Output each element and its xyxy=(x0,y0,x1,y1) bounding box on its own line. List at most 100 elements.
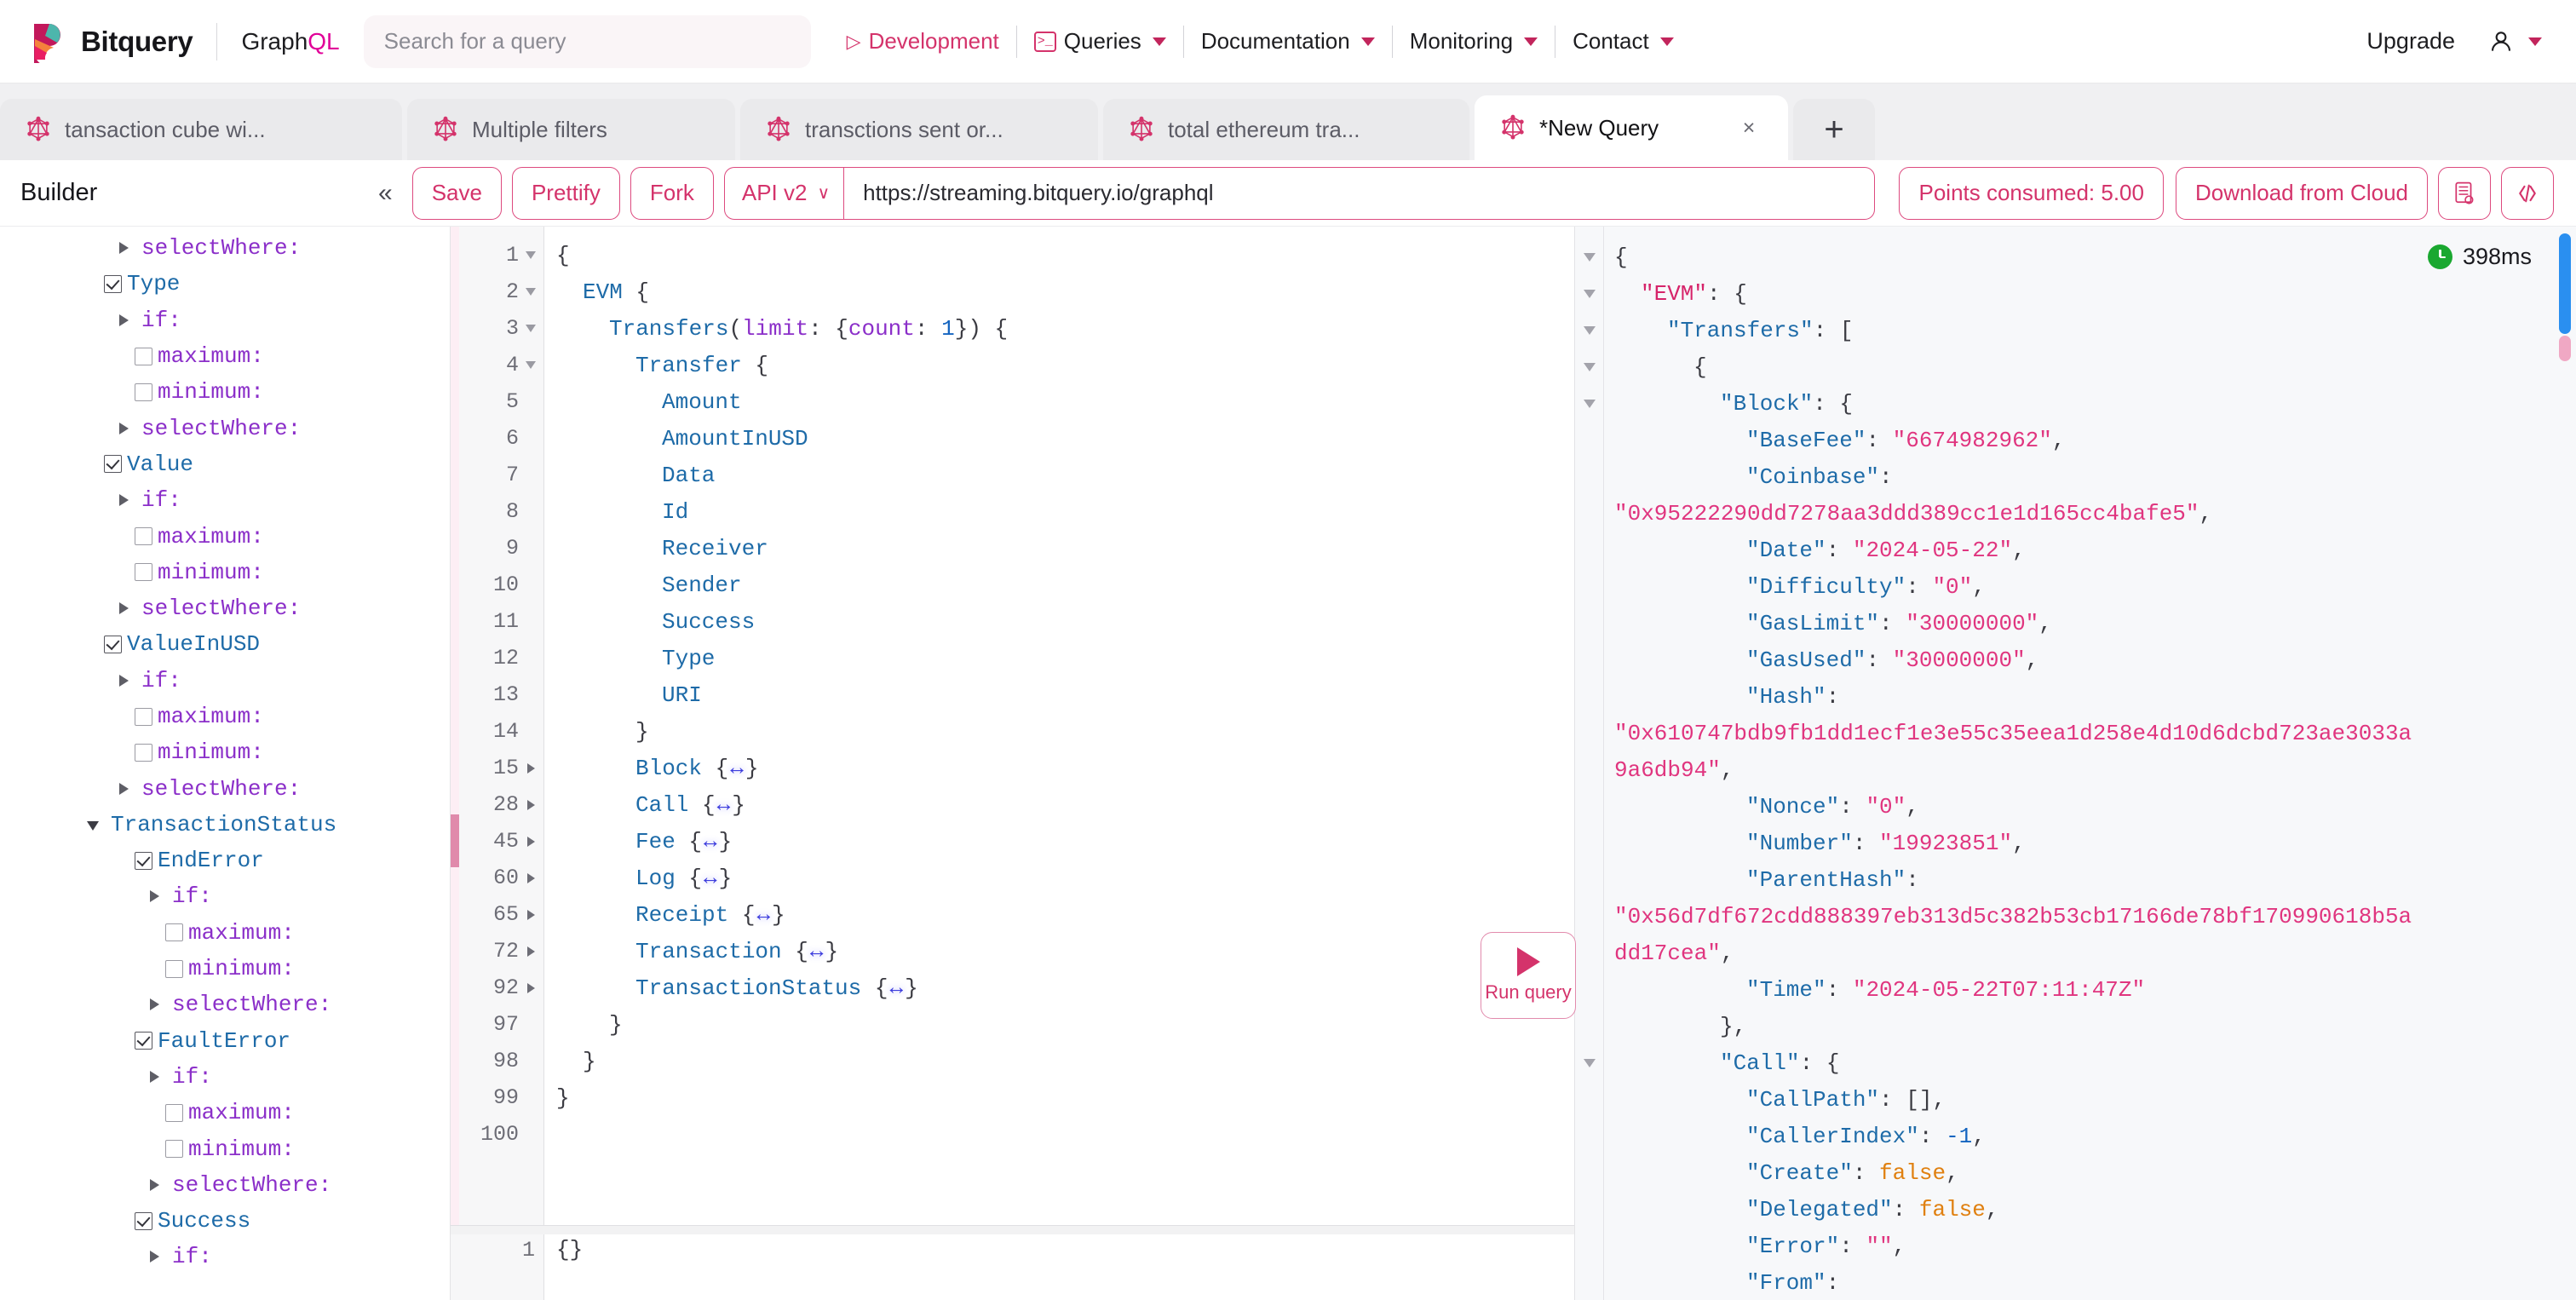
query-tab[interactable]: tansaction cube wi... xyxy=(0,99,402,160)
tree-checkbox[interactable] xyxy=(135,707,152,726)
save-button[interactable]: Save xyxy=(411,166,502,220)
chevron-right-icon[interactable] xyxy=(143,1244,165,1269)
editor-code-line[interactable]: AmountInUSD xyxy=(556,420,1574,457)
builder-tree-row[interactable]: selectWhere: xyxy=(0,1167,450,1203)
tree-checkbox[interactable] xyxy=(135,347,152,365)
fold-toggle-open-icon[interactable] xyxy=(525,361,537,369)
query-tab[interactable]: transctions sent or... xyxy=(740,99,1098,160)
result-fold-toggle-icon[interactable] xyxy=(1575,275,1603,312)
query-tab[interactable]: Multiple filters xyxy=(407,99,735,160)
account-menu[interactable] xyxy=(2487,28,2542,55)
builder-tree-row[interactable]: maximum: xyxy=(0,915,450,951)
builder-tree-row[interactable]: minimum: xyxy=(0,1130,450,1166)
close-icon[interactable]: × xyxy=(1735,116,1762,141)
tree-checkbox[interactable] xyxy=(165,1140,183,1159)
editor-code-line[interactable]: } xyxy=(556,1079,1574,1116)
tree-checkbox-checked[interactable] xyxy=(104,455,122,474)
builder-tree-row[interactable]: minimum: xyxy=(0,951,450,987)
editor-code-line[interactable]: EVM { xyxy=(556,273,1574,310)
nav-item-documentation[interactable]: Documentation xyxy=(1184,28,1392,55)
fold-toggle-closed-icon[interactable] xyxy=(525,762,537,774)
editor-code-line[interactable]: Id xyxy=(556,493,1574,530)
editor-code-line[interactable]: Receipt {↔} xyxy=(556,896,1574,933)
editor-code-line[interactable]: Receiver xyxy=(556,530,1574,567)
nav-item-contact[interactable]: Contact xyxy=(1555,28,1691,55)
tree-checkbox-checked[interactable] xyxy=(104,635,122,653)
chevron-right-icon[interactable] xyxy=(143,1064,165,1090)
result-fold-toggle-icon[interactable] xyxy=(1575,385,1603,422)
builder-tree-row[interactable]: minimum: xyxy=(0,555,450,590)
nav-item-development[interactable]: ▷ Development xyxy=(842,28,1016,55)
result-fold-toggle-icon[interactable] xyxy=(1575,348,1603,385)
collapse-sidebar-button[interactable]: « xyxy=(378,179,393,208)
editor-code-line[interactable]: TransactionStatus {↔} xyxy=(556,969,1574,1006)
fold-toggle-closed-icon[interactable] xyxy=(525,799,537,810)
builder-tree-row[interactable]: minimum: xyxy=(0,734,450,770)
builder-tree-row[interactable]: if: xyxy=(0,482,450,518)
tree-checkbox[interactable] xyxy=(135,743,152,762)
builder-tree-row[interactable]: TransactionStatus xyxy=(0,807,450,843)
chevron-right-icon[interactable] xyxy=(112,595,135,621)
builder-tree-row[interactable]: maximum: xyxy=(0,699,450,734)
query-variables-panel[interactable]: 1 {} xyxy=(451,1225,1574,1300)
search-input[interactable] xyxy=(363,14,811,68)
editor-code-line[interactable]: } xyxy=(556,713,1574,750)
fold-toggle-closed-icon[interactable] xyxy=(525,909,537,920)
editor-code-line[interactable]: Block {↔} xyxy=(556,750,1574,786)
download-from-cloud-button[interactable]: Download from Cloud xyxy=(2175,166,2428,220)
editor-code-line[interactable]: Amount xyxy=(556,383,1574,420)
builder-tree-row[interactable]: maximum: xyxy=(0,1095,450,1130)
points-consumed-badge[interactable]: Points consumed: 5.00 xyxy=(1899,166,2164,220)
upgrade-button[interactable]: Upgrade xyxy=(2366,28,2455,55)
run-query-button[interactable]: Run query xyxy=(1481,932,1576,1019)
editor-code-line[interactable]: Data xyxy=(556,457,1574,493)
editor-code-line[interactable]: { xyxy=(556,237,1574,273)
builder-tree-row[interactable]: if: xyxy=(0,663,450,699)
table-view-icon[interactable] xyxy=(2438,166,2491,220)
builder-tree-row[interactable]: selectWhere: xyxy=(0,590,450,626)
result-fold-toggle-icon[interactable] xyxy=(1575,1044,1603,1081)
editor-code-line[interactable]: Transfers(limit: {count: 1}) { xyxy=(556,310,1574,347)
chevron-right-icon[interactable] xyxy=(143,992,165,1017)
builder-tree-row[interactable]: ValueInUSD xyxy=(0,626,450,662)
tree-checkbox-checked[interactable] xyxy=(135,1032,152,1050)
builder-tree-row[interactable]: selectWhere: xyxy=(0,230,450,266)
chevron-right-icon[interactable] xyxy=(112,487,135,513)
chevron-right-icon[interactable] xyxy=(143,1172,165,1198)
builder-tree-row[interactable]: if: xyxy=(0,878,450,914)
query-builder-tree[interactable]: selectWhere: Type if: maximum: minimum: selec… xyxy=(0,227,450,1300)
fold-toggle-open-icon[interactable] xyxy=(525,288,537,296)
builder-tree-row[interactable]: minimum: xyxy=(0,374,450,410)
add-tab-button[interactable]: + xyxy=(1793,99,1875,160)
builder-tree-row[interactable]: if: xyxy=(0,1239,450,1274)
fold-toggle-closed-icon[interactable] xyxy=(525,836,537,847)
builder-tree-row[interactable]: selectWhere: xyxy=(0,770,450,806)
chevron-right-icon[interactable] xyxy=(112,668,135,693)
tree-checkbox[interactable] xyxy=(165,923,183,942)
builder-tree-row[interactable]: if: xyxy=(0,1059,450,1095)
chevron-right-icon[interactable] xyxy=(112,416,135,441)
editor-code-line[interactable] xyxy=(556,1116,1574,1153)
builder-tree-row[interactable]: if: xyxy=(0,302,450,338)
result-fold-toggle-icon[interactable] xyxy=(1575,239,1603,275)
editor-code-line[interactable]: Success xyxy=(556,603,1574,640)
endpoint-url-input[interactable] xyxy=(843,166,1876,220)
builder-tree-row[interactable]: Value xyxy=(0,446,450,482)
nav-item-monitoring[interactable]: Monitoring xyxy=(1393,28,1555,55)
editor-code-line[interactable]: URI xyxy=(556,676,1574,713)
tree-checkbox-checked[interactable] xyxy=(104,274,122,293)
query-tab[interactable]: total ethereum tra... xyxy=(1103,99,1469,160)
editor-code-line[interactable]: Type xyxy=(556,640,1574,676)
tree-checkbox[interactable] xyxy=(165,1103,183,1122)
fold-toggle-open-icon[interactable] xyxy=(525,325,537,332)
result-json-viewer[interactable]: {"EVM": {"Transfers": [{"Block": {"BaseF… xyxy=(1604,227,2576,1300)
editor-code-line[interactable]: } xyxy=(556,1043,1574,1079)
builder-tree-row[interactable]: selectWhere: xyxy=(0,987,450,1022)
editor-code-area[interactable]: {EVM {Transfers(limit: {count: 1}) { Tran… xyxy=(544,227,1574,1225)
tree-checkbox[interactable] xyxy=(165,959,183,978)
chevron-right-icon[interactable] xyxy=(112,776,135,802)
editor-code-line[interactable]: Transaction {↔} xyxy=(556,933,1574,969)
builder-tree-row[interactable]: FaultError xyxy=(0,1023,450,1059)
query-editor[interactable]: 1 2 3 4 5 6 7 8 9 10 11 12 13 14 15 28 45 60 65 72 92 97 98 99 1… xyxy=(451,227,1574,1225)
tree-checkbox-checked[interactable] xyxy=(135,851,152,870)
